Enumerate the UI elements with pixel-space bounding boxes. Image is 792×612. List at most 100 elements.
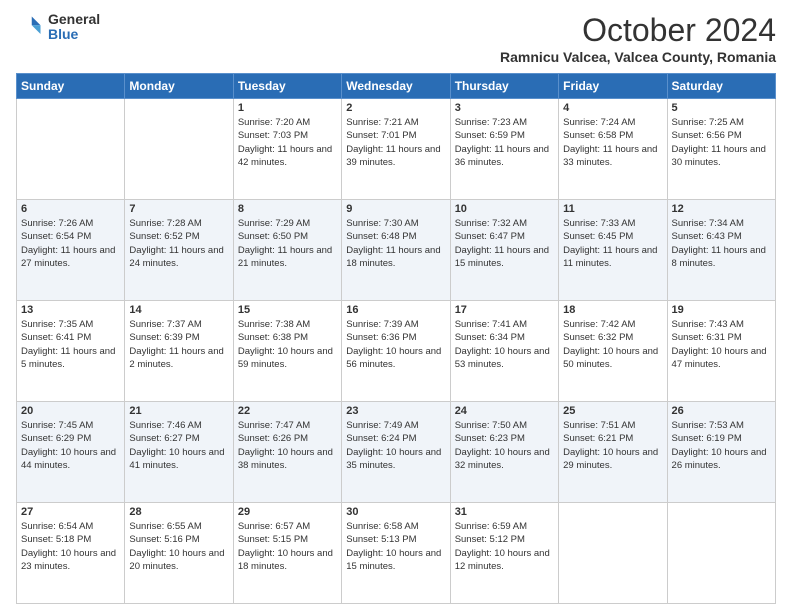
day-number: 6 [21, 203, 120, 215]
cell-2-5: 18Sunrise: 7:42 AMSunset: 6:32 PMDayligh… [559, 301, 667, 402]
daylight: Daylight: 10 hours and 56 minutes. [346, 346, 441, 370]
day-number: 11 [563, 203, 662, 215]
sunset: Sunset: 7:03 PM [238, 130, 308, 141]
sunrise: Sunrise: 7:41 AM [455, 319, 527, 330]
day-number: 20 [21, 405, 120, 417]
daylight: Daylight: 10 hours and 26 minutes. [672, 447, 767, 471]
daylight: Daylight: 11 hours and 8 minutes. [672, 245, 766, 269]
cell-3-3: 23Sunrise: 7:49 AMSunset: 6:24 PMDayligh… [342, 402, 450, 503]
daylight: Daylight: 11 hours and 21 minutes. [238, 245, 332, 269]
col-monday: Monday [125, 74, 233, 99]
cell-1-5: 11Sunrise: 7:33 AMSunset: 6:45 PMDayligh… [559, 200, 667, 301]
day-number: 24 [455, 405, 554, 417]
sunrise: Sunrise: 7:30 AM [346, 218, 418, 229]
sunset: Sunset: 6:56 PM [672, 130, 742, 141]
daylight: Daylight: 11 hours and 36 minutes. [455, 144, 549, 168]
day-number: 28 [129, 506, 228, 518]
day-number: 21 [129, 405, 228, 417]
day-number: 14 [129, 304, 228, 316]
sunrise: Sunrise: 7:37 AM [129, 319, 201, 330]
day-info: Sunrise: 7:46 AMSunset: 6:27 PMDaylight:… [129, 419, 228, 472]
sunrise: Sunrise: 6:54 AM [21, 521, 93, 532]
daylight: Daylight: 10 hours and 44 minutes. [21, 447, 116, 471]
cell-0-5: 4Sunrise: 7:24 AMSunset: 6:58 PMDaylight… [559, 99, 667, 200]
cell-4-2: 29 Sunrise: 6:57 AMSunset: 5:15 PMDayligh… [233, 503, 341, 604]
daylight: Daylight: 10 hours and 53 minutes. [455, 346, 550, 370]
day-number: 30 [346, 506, 445, 518]
daylight: Daylight: 11 hours and 18 minutes. [346, 245, 440, 269]
week-row-4: 20Sunrise: 7:45 AMSunset: 6:29 PMDayligh… [17, 402, 776, 503]
daylight: Daylight: 11 hours and 30 minutes. [672, 144, 766, 168]
day-number: 22 [238, 405, 337, 417]
daylight: Daylight: 11 hours and 33 minutes. [563, 144, 657, 168]
day-number: 26 [672, 405, 771, 417]
day-number: 3 [455, 102, 554, 114]
sunrise: Sunrise: 7:26 AM [21, 218, 93, 229]
day-number: 5 [672, 102, 771, 114]
day-number: 27 [21, 506, 120, 518]
sunset: Sunset: 6:36 PM [346, 332, 416, 343]
sunset: Sunset: 6:29 PM [21, 433, 91, 444]
cell-1-2: 8Sunrise: 7:29 AMSunset: 6:50 PMDaylight… [233, 200, 341, 301]
logo-text: General Blue [48, 12, 100, 43]
cell-2-4: 17Sunrise: 7:41 AMSunset: 6:34 PMDayligh… [450, 301, 558, 402]
cell-0-1 [125, 99, 233, 200]
day-number: 2 [346, 102, 445, 114]
cell-2-6: 19Sunrise: 7:43 AMSunset: 6:31 PMDayligh… [667, 301, 775, 402]
sunrise: Sunrise: 7:39 AM [346, 319, 418, 330]
sunrise: Sunrise: 6:57 AM [238, 521, 310, 532]
cell-4-4: 31Sunrise: 6:59 AMSunset: 5:12 PMDayligh… [450, 503, 558, 604]
sunrise: Sunrise: 7:29 AM [238, 218, 310, 229]
day-number: 10 [455, 203, 554, 215]
sunrise: Sunrise: 7:25 AM [672, 117, 744, 128]
logo-general: General [48, 12, 100, 27]
sunrise: Sunrise: 7:42 AM [563, 319, 635, 330]
daylight: Daylight: 11 hours and 24 minutes. [129, 245, 223, 269]
day-number: 9 [346, 203, 445, 215]
day-info: Sunrise: 6:57 AMSunset: 5:15 PMDaylight:… [238, 520, 337, 573]
location: Ramnicu Valcea, Valcea County, Romania [500, 49, 776, 65]
day-number: 15 [238, 304, 337, 316]
daylight: Daylight: 11 hours and 5 minutes. [21, 346, 115, 370]
day-number: 18 [563, 304, 662, 316]
sunset: Sunset: 6:38 PM [238, 332, 308, 343]
day-info: Sunrise: 7:35 AMSunset: 6:41 PMDaylight:… [21, 318, 120, 371]
day-info: Sunrise: 7:43 AMSunset: 6:31 PMDaylight:… [672, 318, 771, 371]
calendar-header: Sunday Monday Tuesday Wednesday Thursday… [17, 74, 776, 99]
daylight: Daylight: 10 hours and 41 minutes. [129, 447, 224, 471]
day-info: Sunrise: 7:47 AMSunset: 6:26 PMDaylight:… [238, 419, 337, 472]
day-info: Sunrise: 6:54 AMSunset: 5:18 PMDaylight:… [21, 520, 120, 573]
sunset: Sunset: 6:23 PM [455, 433, 525, 444]
cell-0-4: 3Sunrise: 7:23 AMSunset: 6:59 PMDaylight… [450, 99, 558, 200]
sunrise: Sunrise: 6:59 AM [455, 521, 527, 532]
sunset: Sunset: 6:27 PM [129, 433, 199, 444]
cell-4-1: 28 Sunrise: 6:55 AMSunset: 5:16 PMDayligh… [125, 503, 233, 604]
week-row-2: 6Sunrise: 7:26 AMSunset: 6:54 PMDaylight… [17, 200, 776, 301]
day-number: 8 [238, 203, 337, 215]
sunrise: Sunrise: 7:35 AM [21, 319, 93, 330]
sunset: Sunset: 6:19 PM [672, 433, 742, 444]
header: General Blue October 2024 Ramnicu Valcea… [16, 12, 776, 65]
day-number: 29 [238, 506, 337, 518]
daylight: Daylight: 11 hours and 15 minutes. [455, 245, 549, 269]
day-info: Sunrise: 7:32 AMSunset: 6:47 PMDaylight:… [455, 217, 554, 270]
month-title: October 2024 [500, 12, 776, 49]
cell-2-1: 14Sunrise: 7:37 AMSunset: 6:39 PMDayligh… [125, 301, 233, 402]
day-info: Sunrise: 7:51 AMSunset: 6:21 PMDaylight:… [563, 419, 662, 472]
sunset: Sunset: 5:16 PM [129, 534, 199, 545]
day-number: 4 [563, 102, 662, 114]
sunrise: Sunrise: 7:32 AM [455, 218, 527, 229]
sunrise: Sunrise: 7:43 AM [672, 319, 744, 330]
daylight: Daylight: 10 hours and 23 minutes. [21, 548, 116, 572]
sunset: Sunset: 6:21 PM [563, 433, 633, 444]
daylight: Daylight: 10 hours and 38 minutes. [238, 447, 333, 471]
sunset: Sunset: 6:59 PM [455, 130, 525, 141]
day-info: Sunrise: 6:55 AMSunset: 5:16 PMDaylight:… [129, 520, 228, 573]
cell-4-6 [667, 503, 775, 604]
daylight: Daylight: 11 hours and 39 minutes. [346, 144, 440, 168]
cell-3-5: 25Sunrise: 7:51 AMSunset: 6:21 PMDayligh… [559, 402, 667, 503]
daylight: Daylight: 10 hours and 12 minutes. [455, 548, 550, 572]
cell-0-3: 2Sunrise: 7:21 AMSunset: 7:01 PMDaylight… [342, 99, 450, 200]
day-info: Sunrise: 7:49 AMSunset: 6:24 PMDaylight:… [346, 419, 445, 472]
day-number: 7 [129, 203, 228, 215]
